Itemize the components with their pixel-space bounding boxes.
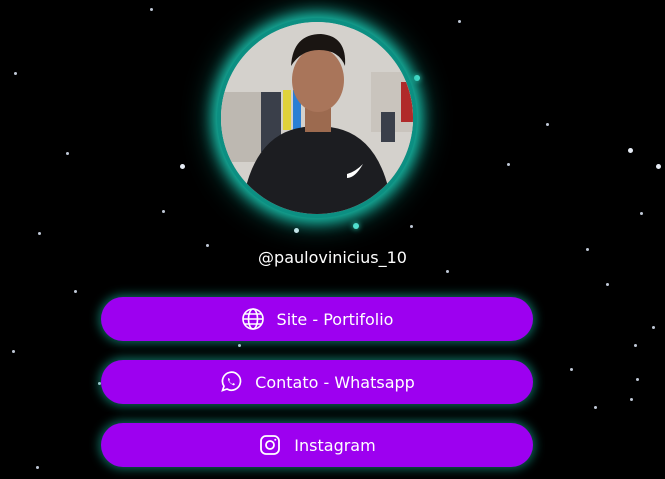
- star: [636, 378, 639, 381]
- star: [656, 164, 661, 169]
- whatsapp-contact-label: Contato - Whatsapp: [255, 372, 415, 392]
- star: [410, 225, 413, 228]
- instagram-label: Instagram: [294, 435, 376, 455]
- star: [628, 148, 633, 153]
- star: [74, 290, 77, 293]
- star: [630, 398, 633, 401]
- instagram-icon: [258, 433, 282, 457]
- star: [640, 212, 643, 215]
- site-portfolio-button[interactable]: Site - Portifolio: [101, 297, 533, 341]
- star: [606, 283, 609, 286]
- star: [458, 20, 461, 23]
- linktree-page: @paulovinicius_10 Site - Portifolio Cont…: [0, 0, 665, 479]
- star: [36, 466, 39, 469]
- profile-photo: [221, 22, 413, 214]
- star: [14, 72, 17, 75]
- star: [634, 344, 637, 347]
- star: [180, 164, 185, 169]
- profile-avatar: [217, 18, 417, 218]
- star: [414, 75, 420, 81]
- star: [507, 163, 510, 166]
- star: [38, 232, 41, 235]
- profile-photo-illustration: [221, 22, 413, 214]
- star: [652, 326, 655, 329]
- star: [66, 152, 69, 155]
- star: [594, 406, 597, 409]
- star: [206, 244, 209, 247]
- star: [353, 223, 359, 229]
- star: [150, 8, 153, 11]
- star: [446, 270, 449, 273]
- profile-handle: @paulovinicius_10: [258, 248, 407, 267]
- star: [294, 228, 299, 233]
- instagram-button[interactable]: Instagram: [101, 423, 533, 467]
- star: [238, 344, 241, 347]
- star: [162, 210, 165, 213]
- star: [546, 123, 549, 126]
- star: [570, 368, 573, 371]
- whatsapp-icon: [219, 370, 243, 394]
- star: [12, 350, 15, 353]
- whatsapp-contact-button[interactable]: Contato - Whatsapp: [101, 360, 533, 404]
- globe-icon: [241, 307, 265, 331]
- site-portfolio-label: Site - Portifolio: [276, 309, 394, 329]
